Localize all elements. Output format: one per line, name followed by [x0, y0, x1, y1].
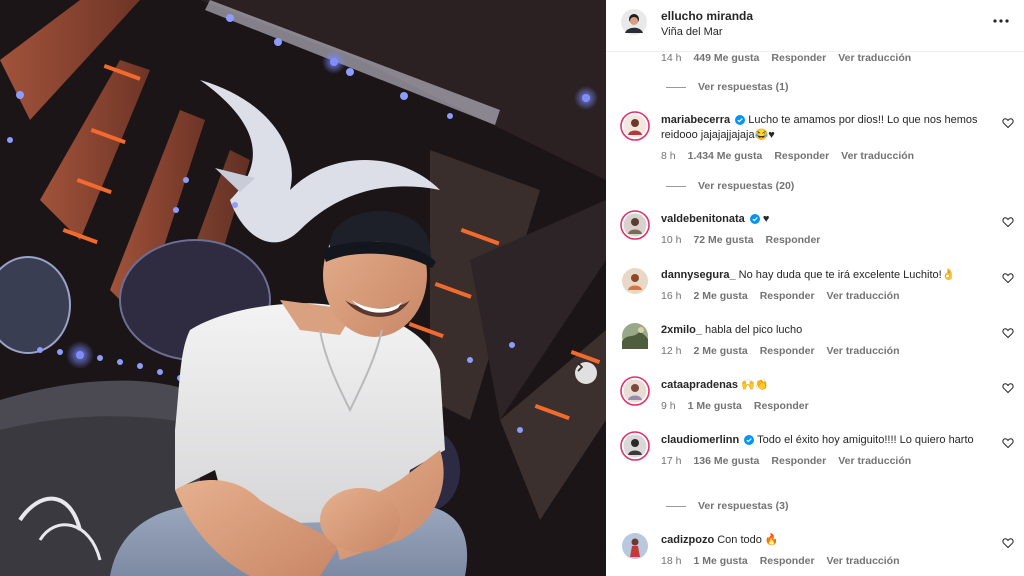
translate-button[interactable]: Ver traducción [827, 554, 900, 569]
commenter-avatar[interactable] [620, 111, 650, 141]
translate-button[interactable]: Ver traducción [827, 344, 900, 359]
more-options-icon[interactable] [992, 12, 1010, 30]
commenter-avatar[interactable] [620, 321, 650, 351]
like-heart-icon[interactable] [1002, 117, 1014, 129]
author-username[interactable]: ellucho miranda [661, 9, 753, 23]
like-heart-icon[interactable] [1002, 437, 1014, 449]
view-replies-button[interactable]: Ver respuestas (1) [666, 81, 788, 93]
comment-username[interactable]: valdebenitonata [661, 213, 745, 225]
comment-username[interactable]: claudiomerlinn [661, 434, 739, 446]
like-heart-icon[interactable] [1002, 327, 1014, 339]
replies-line [666, 185, 686, 187]
reply-button[interactable]: Responder [774, 149, 829, 164]
comment-username[interactable]: mariabecerra [661, 114, 730, 126]
post-header: ellucho miranda Viña del Mar [606, 0, 1024, 52]
replies-line [666, 86, 686, 88]
comment-username[interactable]: 2xmilo_ [661, 324, 702, 336]
comment-likes[interactable]: 2 Me gusta [693, 289, 747, 304]
comment-text: ♥ [762, 213, 770, 225]
comment-meta: 10 h 72 Me gusta Responder [661, 233, 981, 248]
comment-text: habla del pico lucho [705, 324, 803, 336]
replies-line [666, 505, 686, 507]
comments-panel: ellucho miranda Viña del Mar 14 h 449 Me… [606, 0, 1024, 576]
comment-time: 9 h [661, 400, 676, 412]
comment-meta: 9 h 1 Me gusta Responder [661, 399, 981, 414]
comment-meta: 17 h 136 Me gusta Responder Ver traducci… [661, 454, 981, 469]
verified-badge-icon [735, 115, 746, 125]
reply-button[interactable]: Responder [766, 233, 821, 248]
comment-time: 12 h [661, 345, 682, 357]
comment-likes[interactable]: 1 Me gusta [688, 399, 742, 414]
post-location[interactable]: Viña del Mar [661, 26, 723, 38]
translate-button[interactable]: Ver traducción [827, 289, 900, 304]
comment-likes[interactable]: 449 Me gusta [693, 52, 759, 64]
comment-meta: 16 h 2 Me gusta Responder Ver traducción [661, 289, 981, 304]
reply-button[interactable]: Responder [771, 454, 826, 469]
comment-text: Todo el éxito hoy amiguito!!!! Lo quiero… [757, 434, 974, 446]
comment-meta: 12 h 2 Me gusta Responder Ver traducción [661, 344, 981, 359]
stage-scene-image [0, 0, 606, 576]
translate-button[interactable]: Ver traducción [841, 149, 914, 164]
comment-likes[interactable]: 72 Me gusta [693, 233, 753, 248]
commenter-avatar[interactable] [620, 210, 650, 240]
comment-time: 14 h [661, 52, 682, 64]
reply-button[interactable]: Responder [771, 52, 826, 64]
comment-text: 🙌👏 [741, 379, 769, 391]
comment-time: 18 h [661, 555, 682, 567]
comment-time: 8 h [661, 150, 676, 162]
view-replies-button[interactable]: Ver respuestas (3) [666, 500, 788, 512]
author-avatar[interactable] [620, 8, 648, 36]
comment-text: Con todo 🔥 [717, 534, 779, 546]
reply-button[interactable]: Responder [760, 554, 815, 569]
comment-text: No hay duda que te irá excelente Luchito… [738, 269, 956, 281]
comment-likes[interactable]: 1.434 Me gusta [688, 149, 763, 164]
reply-button[interactable]: Responder [760, 344, 815, 359]
translate-button[interactable]: Ver traducción [838, 52, 911, 64]
commenter-avatar[interactable] [620, 266, 650, 296]
comment-time: 16 h [661, 290, 682, 302]
comment-time: 17 h [661, 455, 682, 467]
post-photo [0, 0, 606, 576]
comment-username[interactable]: cadizpozo [661, 534, 714, 546]
comment-meta: 14 h 449 Me gusta Responder Ver traducci… [661, 52, 911, 64]
commenter-avatar[interactable] [620, 376, 650, 406]
comment-likes[interactable]: 2 Me gusta [693, 344, 747, 359]
comment-likes[interactable]: 136 Me gusta [693, 454, 759, 469]
like-heart-icon[interactable] [1002, 537, 1014, 549]
verified-badge-icon [749, 214, 760, 224]
comment-time: 10 h [661, 234, 682, 246]
like-heart-icon[interactable] [1002, 216, 1014, 228]
view-replies-button[interactable]: Ver respuestas (20) [666, 180, 794, 192]
comment-username[interactable]: dannysegura_ [661, 269, 736, 281]
view-replies-label: Ver respuestas (20) [698, 180, 795, 192]
like-heart-icon[interactable] [1002, 272, 1014, 284]
reply-button[interactable]: Responder [760, 289, 815, 304]
comment-likes[interactable]: 1 Me gusta [693, 554, 747, 569]
view-replies-label: Ver respuestas (3) [698, 500, 789, 512]
comment-meta: 18 h 1 Me gusta Responder Ver traducción [661, 554, 981, 569]
view-replies-label: Ver respuestas (1) [698, 81, 789, 93]
comment-username[interactable]: cataapradenas [661, 379, 738, 391]
translate-button[interactable]: Ver traducción [838, 454, 911, 469]
chevron-right-icon [577, 362, 584, 372]
next-image-button[interactable] [575, 362, 597, 384]
commenter-avatar[interactable] [620, 431, 650, 461]
verified-badge-icon [744, 435, 755, 445]
comment-meta: 8 h 1.434 Me gusta Responder Ver traducc… [661, 149, 981, 164]
commenter-avatar[interactable] [620, 531, 650, 561]
like-heart-icon[interactable] [1002, 382, 1014, 394]
reply-button[interactable]: Responder [754, 399, 809, 414]
